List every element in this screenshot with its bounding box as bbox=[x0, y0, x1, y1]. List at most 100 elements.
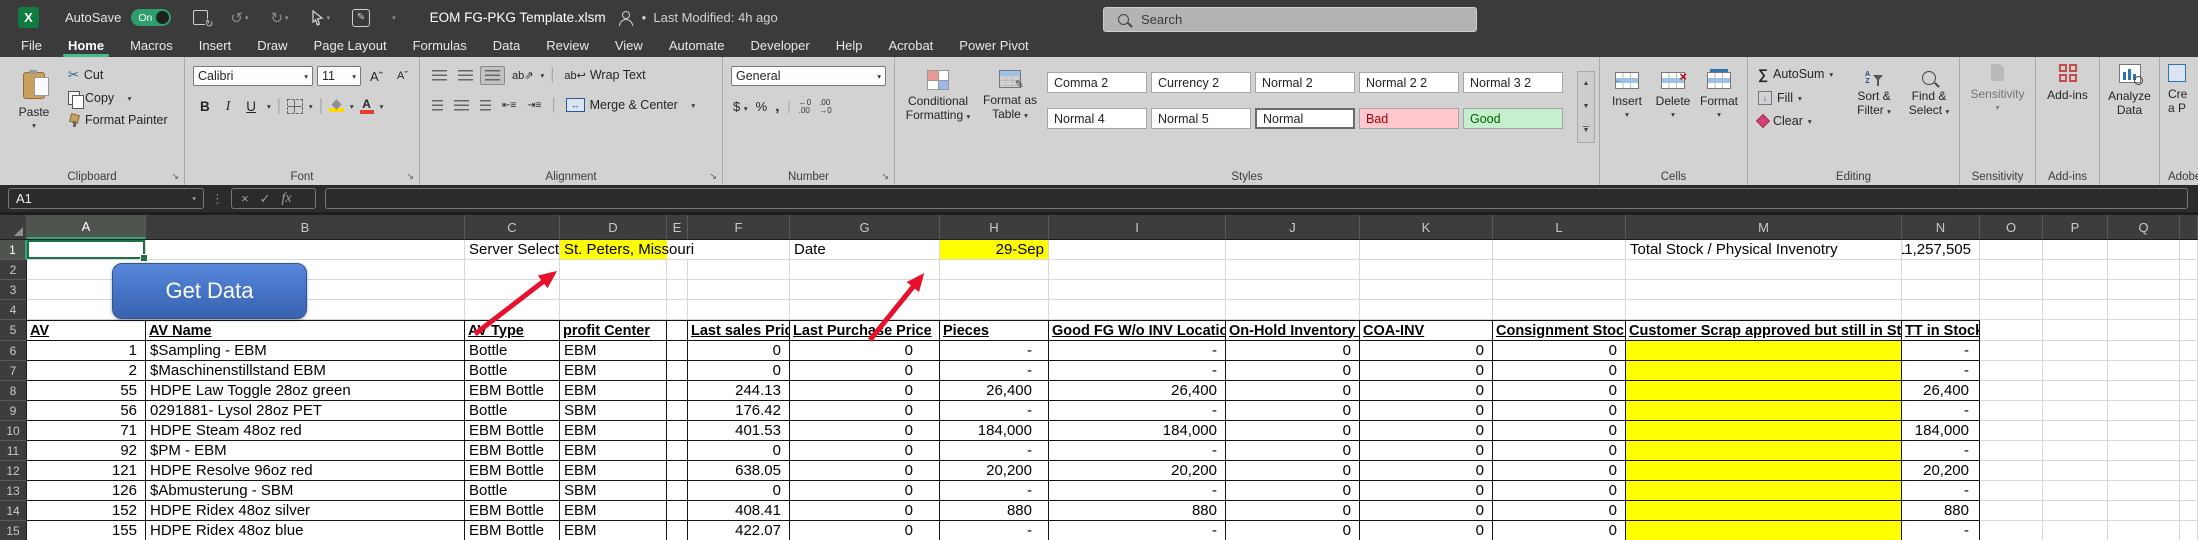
cell-m9[interactable] bbox=[1626, 401, 1902, 421]
align-center-button[interactable] bbox=[450, 97, 473, 114]
row-header-8[interactable]: 8 bbox=[0, 381, 27, 401]
cell-f13[interactable]: 0 bbox=[688, 481, 790, 501]
cell-k6[interactable]: 0 bbox=[1360, 341, 1493, 361]
cell-m5[interactable]: Customer Scrap approved but still in Sto… bbox=[1626, 320, 1902, 341]
cell-k14[interactable]: 0 bbox=[1360, 501, 1493, 521]
cell-c5[interactable]: AV Type bbox=[465, 320, 560, 341]
column-header-i[interactable]: I bbox=[1049, 215, 1226, 239]
merge-center-button[interactable]: ↔Merge & Center ▾ bbox=[562, 95, 699, 115]
cell-g11[interactable]: 0 bbox=[790, 441, 940, 461]
cell-o14[interactable] bbox=[1980, 501, 2043, 521]
cell-i13[interactable]: - bbox=[1049, 481, 1226, 501]
tab-draw[interactable]: Draw bbox=[244, 35, 300, 57]
cell-n9[interactable]: - bbox=[1902, 401, 1980, 421]
style-normal-3-2[interactable]: Normal 3 2 bbox=[1463, 72, 1563, 93]
tab-power-pivot[interactable]: Power Pivot bbox=[946, 35, 1041, 57]
search-input[interactable] bbox=[1139, 11, 1423, 28]
column-header-q[interactable]: Q bbox=[2108, 215, 2180, 239]
cell-h13[interactable]: - bbox=[940, 481, 1049, 501]
style-normal[interactable]: Normal bbox=[1255, 108, 1355, 129]
percent-format-button[interactable]: % bbox=[756, 99, 768, 114]
cell-h3[interactable] bbox=[940, 280, 1049, 300]
italic-button[interactable]: I bbox=[221, 97, 236, 115]
orientation-button[interactable]: ab⇗ bbox=[508, 66, 537, 85]
align-left-button[interactable] bbox=[428, 97, 447, 114]
gallery-expand-icon[interactable]: ▼ bbox=[1583, 126, 1590, 134]
cell-c15[interactable]: EBM Bottle bbox=[465, 521, 560, 540]
tab-view[interactable]: View bbox=[602, 35, 656, 57]
cell-k10[interactable]: 0 bbox=[1360, 421, 1493, 441]
cell-q14[interactable] bbox=[2108, 501, 2180, 521]
bottom-align-button[interactable] bbox=[480, 66, 505, 85]
cell-j15[interactable]: 0 bbox=[1226, 521, 1360, 540]
cell-j8[interactable]: 0 bbox=[1226, 381, 1360, 401]
column-header-f[interactable]: F bbox=[688, 215, 790, 239]
cell-m1[interactable]: Total Stock / Physical Invenotry bbox=[1626, 240, 1902, 260]
cell-b14[interactable]: HDPE Ridex 48oz silver bbox=[146, 501, 465, 521]
cell-p4[interactable] bbox=[2043, 300, 2108, 320]
cell-e9[interactable] bbox=[667, 401, 688, 421]
row-header-1[interactable]: 1 bbox=[0, 240, 27, 260]
cell-h14[interactable]: 880 bbox=[940, 501, 1049, 521]
cell-o13[interactable] bbox=[1980, 481, 2043, 501]
cell-j14[interactable]: 0 bbox=[1226, 501, 1360, 521]
cell-q4[interactable] bbox=[2108, 300, 2180, 320]
cell-g12[interactable]: 0 bbox=[790, 461, 940, 481]
style-normal-2-2[interactable]: Normal 2 2 bbox=[1359, 72, 1459, 93]
cell-k12[interactable]: 0 bbox=[1360, 461, 1493, 481]
cell-e12[interactable] bbox=[667, 461, 688, 481]
cell-l15[interactable]: 0 bbox=[1493, 521, 1626, 540]
cell-o2[interactable] bbox=[1980, 260, 2043, 280]
cell-a10[interactable]: 71 bbox=[27, 421, 146, 441]
undo-button[interactable]: ↺▾ bbox=[230, 9, 248, 27]
cell-p2[interactable] bbox=[2043, 260, 2108, 280]
name-box-chevron-icon[interactable]: ▾ bbox=[192, 194, 196, 203]
cell-l4[interactable] bbox=[1493, 300, 1626, 320]
cell-b10[interactable]: HDPE Steam 48oz red bbox=[146, 421, 465, 441]
cell-c6[interactable]: Bottle bbox=[465, 341, 560, 361]
gallery-scroll[interactable]: ▲ ▼ ▼ bbox=[1577, 71, 1595, 143]
cell-c9[interactable]: Bottle bbox=[465, 401, 560, 421]
gallery-down-icon[interactable]: ▼ bbox=[1583, 103, 1590, 110]
cell-h2[interactable] bbox=[940, 260, 1049, 280]
cell-l12[interactable]: 0 bbox=[1493, 461, 1626, 481]
cell-m3[interactable] bbox=[1626, 280, 1902, 300]
cell-c11[interactable]: EBM Bottle bbox=[465, 441, 560, 461]
cell-c8[interactable]: EBM Bottle bbox=[465, 381, 560, 401]
cell-a5[interactable]: AV bbox=[27, 320, 146, 341]
cell-f7[interactable]: 0 bbox=[688, 361, 790, 381]
column-header-a[interactable]: A bbox=[27, 215, 146, 239]
tab-automate[interactable]: Automate bbox=[656, 35, 738, 57]
cell-j3[interactable] bbox=[1226, 280, 1360, 300]
cell-c13[interactable]: Bottle bbox=[465, 481, 560, 501]
cell-l5[interactable]: Consignment Stock : bbox=[1493, 320, 1626, 341]
column-header-d[interactable]: D bbox=[560, 215, 667, 239]
cell-d8[interactable]: EBM bbox=[560, 381, 667, 401]
cell-e8[interactable] bbox=[667, 381, 688, 401]
cell-a14[interactable]: 152 bbox=[27, 501, 146, 521]
cell-g2[interactable] bbox=[790, 260, 940, 280]
cell-d4[interactable] bbox=[560, 300, 667, 320]
last-modified[interactable]: • Last Modified: 4h ago ▾ bbox=[642, 10, 785, 25]
cell-o7[interactable] bbox=[1980, 361, 2043, 381]
enter-icon[interactable]: ✓ bbox=[260, 191, 271, 207]
cut-button[interactable]: ✂Cut bbox=[64, 65, 172, 85]
cell-h6[interactable]: - bbox=[940, 341, 1049, 361]
cell-f11[interactable]: 0 bbox=[688, 441, 790, 461]
format-cells-button[interactable]: Format▾ bbox=[1696, 65, 1742, 122]
cell-i7[interactable]: - bbox=[1049, 361, 1226, 381]
style-normal-4[interactable]: Normal 4 bbox=[1047, 108, 1147, 129]
cell-a1[interactable] bbox=[27, 240, 146, 260]
cell-n1[interactable]: 11,257,505 bbox=[1902, 240, 1980, 260]
cell-k5[interactable]: COA-INV bbox=[1360, 320, 1493, 341]
cell-n8[interactable]: 26,400 bbox=[1902, 381, 1980, 401]
cell-p5[interactable] bbox=[2043, 320, 2108, 341]
cell-q15[interactable] bbox=[2108, 521, 2180, 540]
cell-i1[interactable] bbox=[1049, 240, 1226, 260]
cell-h5[interactable]: Pieces bbox=[940, 320, 1049, 341]
cell-i9[interactable]: - bbox=[1049, 401, 1226, 421]
cell-o8[interactable] bbox=[1980, 381, 2043, 401]
fill-color-icon[interactable] bbox=[329, 100, 344, 112]
cell-p10[interactable] bbox=[2043, 421, 2108, 441]
cell-f15[interactable]: 422.07 bbox=[688, 521, 790, 540]
